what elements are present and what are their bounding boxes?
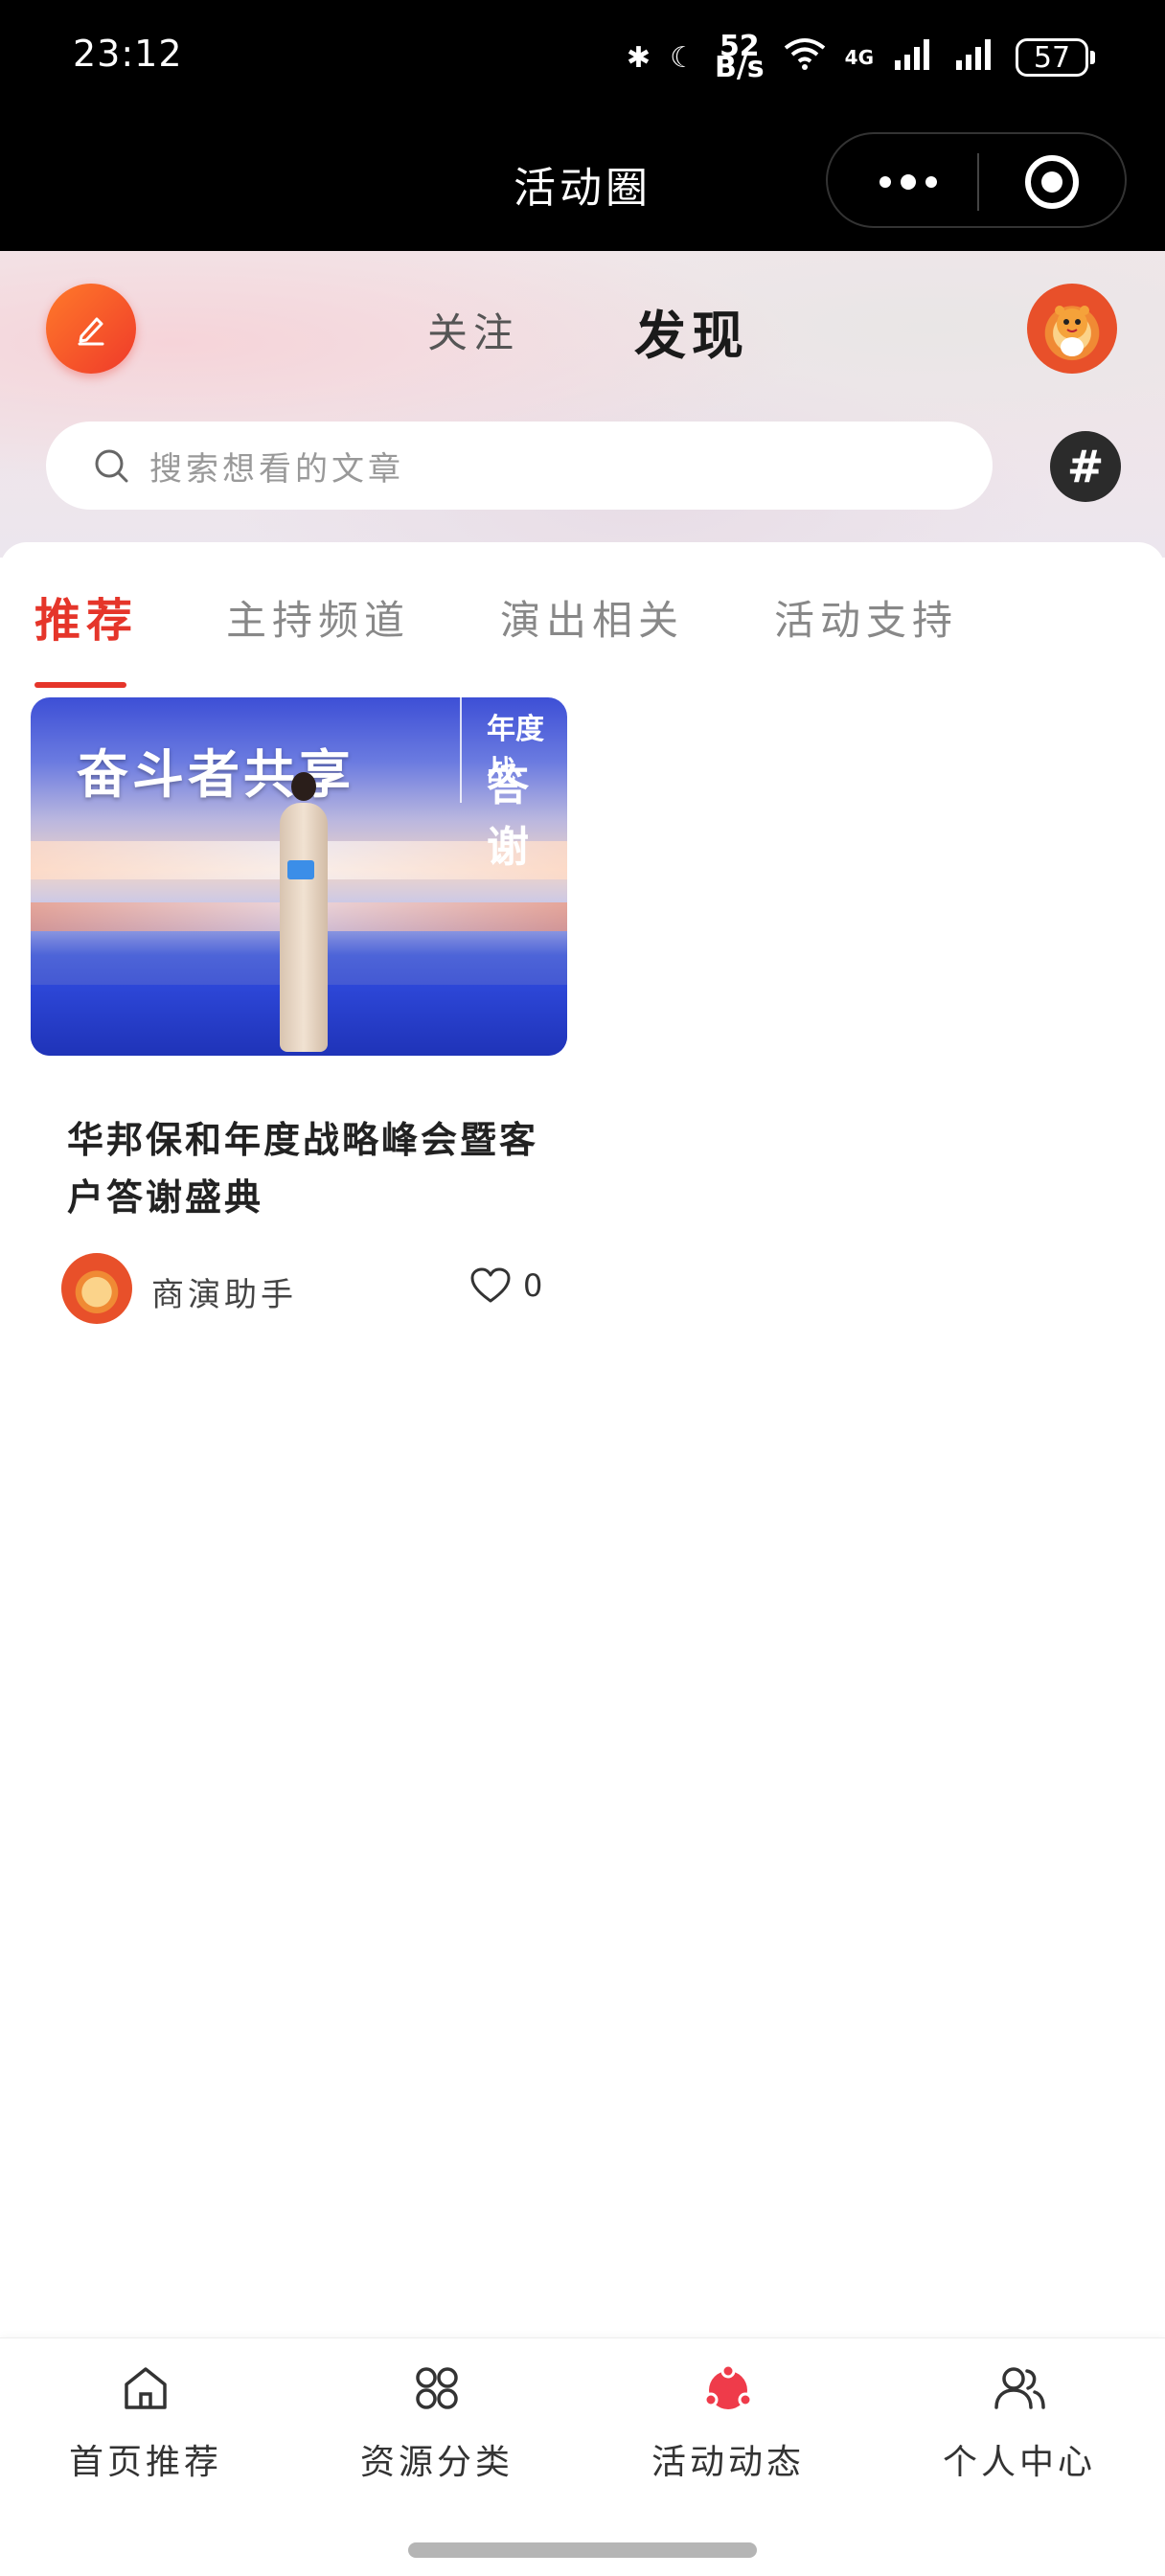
status-time: 23:12 [73,33,183,75]
signal-icon-2 [954,37,996,78]
search-icon [95,449,128,483]
wifi-icon [784,36,826,79]
post-card[interactable]: 奋斗者共享 年度战 答谢 华邦保和年度战略峰会暨客户答谢盛典 商演助手 0 [31,697,567,1330]
host-figure [272,764,335,1052]
signal-icon [893,37,935,78]
user-avatar[interactable] [1027,284,1117,374]
bluetooth-icon: ✱ [626,40,651,75]
net-speed-unit: B/s [714,51,765,84]
active-tab-indicator [34,682,126,688]
host-dress [280,803,328,1052]
more-button[interactable] [860,163,956,201]
activity-icon [703,2363,753,2409]
grid-icon [416,2367,458,2409]
dot-icon [925,176,937,188]
bottom-navigation: 首页推荐 资源分类 活动动态 个人中心 [0,2337,1165,2576]
tiger-mascot-icon [1055,306,1089,356]
tab-follow[interactable]: 关注 [427,301,519,359]
battery-level: 57 [1033,40,1071,75]
dot-icon [901,174,916,190]
status-bar: 23:12 ✱ ☾ 52 B/s 4G 57 [0,0,1165,115]
nav-profile-label: 个人中心 [942,2443,1096,2482]
heart-icon [470,1267,511,1303]
cover-divider [460,697,462,803]
mini-program-capsule [826,132,1127,228]
post-cover-image[interactable]: 奋斗者共享 年度战 答谢 [31,697,567,1056]
search-placeholder: 搜索想看的文章 [149,449,404,489]
nav-activity-label: 活动动态 [651,2443,805,2482]
category-tab-host-channel[interactable]: 主持频道 [226,588,410,647]
moon-icon: ☾ [670,40,696,75]
nav-profile[interactable]: 个人中心 [874,2359,1165,2494]
battery-indicator: 57 [1016,38,1095,77]
home-indicator[interactable] [408,2542,757,2558]
dot-icon [879,176,891,188]
status-icons: ✱ ☾ 52 B/s 4G 57 [626,29,1095,86]
search-input[interactable]: 搜索想看的文章 [46,422,993,510]
tab-discover[interactable]: 发现 [634,293,749,369]
nav-home[interactable]: 首页推荐 [0,2359,291,2494]
like-button[interactable]: 0 [469,1266,542,1305]
host-head [291,772,316,801]
nav-activity[interactable]: 活动动态 [582,2359,874,2494]
users-icon [994,2367,1045,2409]
category-tab-event-support[interactable]: 活动支持 [774,588,958,647]
network-type: 4G [844,46,874,69]
nav-resources-label: 资源分类 [359,2443,514,2482]
home-icon [125,2367,167,2409]
post-meta: 商演助手 0 [31,1253,567,1330]
hashtag-icon: # [1066,441,1105,492]
close-target-button[interactable] [1025,155,1079,209]
category-tabs: 推荐 主持频道 演出相关 活动支持 [0,581,1165,688]
category-tab-performance[interactable]: 演出相关 [500,588,684,647]
net-speed: 52 B/s [714,33,765,84]
like-count: 0 [523,1267,543,1304]
title-bar: 活动圈 [0,115,1165,251]
nav-resources[interactable]: 资源分类 [291,2359,582,2494]
category-tab-recommend[interactable]: 推荐 [34,582,138,650]
capsule-divider [977,153,979,211]
cover-text-side-2: 答谢 [487,762,529,872]
host-cue-card [287,860,314,879]
author-avatar[interactable] [61,1253,132,1324]
header-area: 关注 发现 搜索想看的文章 # [0,251,1165,558]
topic-hashtag-button[interactable]: # [1050,431,1121,502]
post-title[interactable]: 华邦保和年度战略峰会暨客户答谢盛典 [67,1111,546,1226]
feed-tabs: 关注 发现 [0,289,1165,366]
nav-home-label: 首页推荐 [68,2443,222,2482]
author-name[interactable]: 商演助手 [151,1268,297,1315]
